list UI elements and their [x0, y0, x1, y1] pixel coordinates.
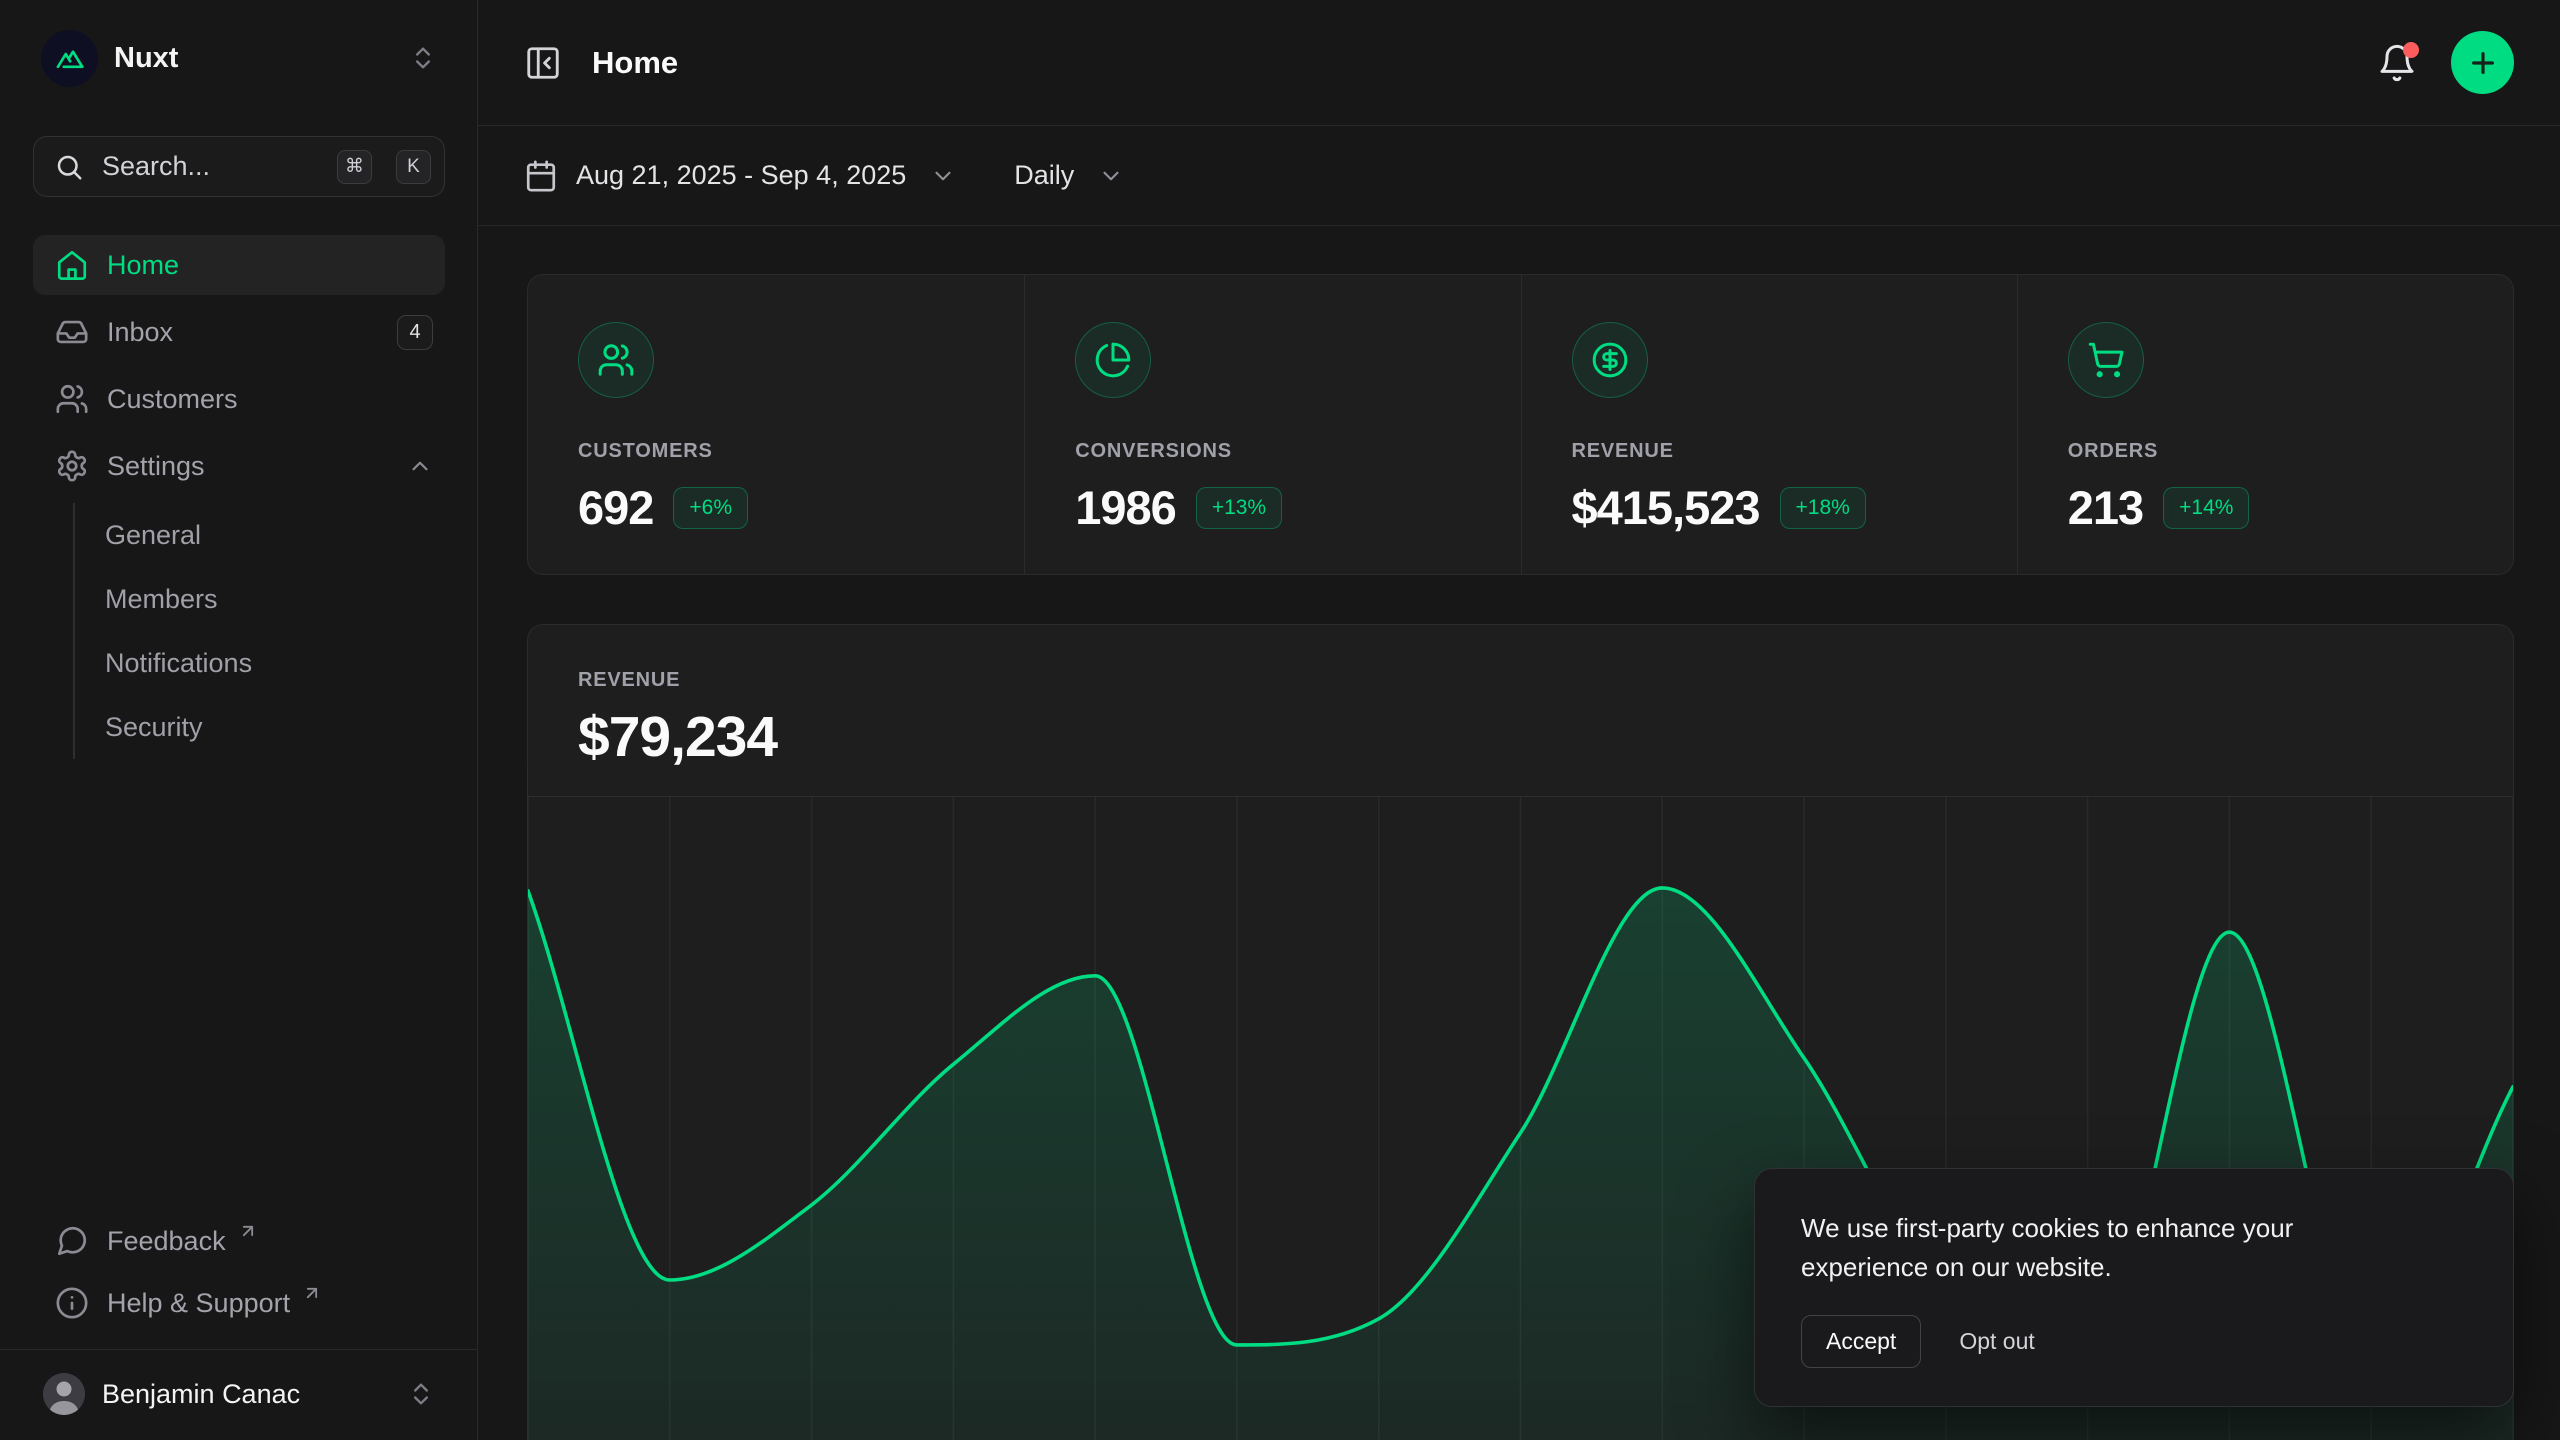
brand-name: Nuxt — [114, 42, 393, 75]
chevron-down-icon — [930, 163, 956, 189]
revenue-value: $79,234 — [578, 704, 2463, 770]
stat-delta-badge: +6% — [673, 487, 748, 529]
sidebar-item-inbox[interactable]: Inbox 4 — [33, 302, 445, 362]
page-title: Home — [592, 45, 678, 81]
chevron-down-icon — [1098, 163, 1124, 189]
panel-left-close-icon — [524, 44, 562, 82]
stat-delta-badge: +13% — [1196, 487, 1282, 529]
stat-label: ORDERS — [2068, 440, 2473, 463]
stat-revenue: REVENUE $415,523 +18% — [1521, 275, 2017, 574]
revenue-label: REVENUE — [578, 669, 2463, 692]
stat-label: CUSTOMERS — [578, 440, 984, 463]
sidebar-item-security[interactable]: Security — [105, 695, 445, 759]
gear-icon — [55, 449, 89, 483]
external-link-icon — [302, 1283, 322, 1303]
stat-value: 1986 — [1075, 480, 1176, 535]
interval-label: Daily — [1014, 160, 1074, 191]
sidebar-item-settings[interactable]: Settings — [33, 436, 445, 496]
settings-subnav: General Members Notifications Security — [73, 503, 445, 759]
sidebar-item-home[interactable]: Home — [33, 235, 445, 295]
sidebar: Nuxt Search... ⌘ K Home Inbox 4 — [0, 0, 478, 1440]
cart-icon — [2068, 322, 2144, 398]
interval-select[interactable]: Daily — [1014, 160, 1124, 191]
user-name: Benjamin Canac — [102, 1379, 390, 1410]
cookie-message: We use first-party cookies to enhance yo… — [1801, 1209, 2386, 1287]
opt-out-button[interactable]: Opt out — [1959, 1328, 2034, 1355]
sidebar-item-notifications[interactable]: Notifications — [105, 631, 445, 695]
search-placeholder: Search... — [102, 151, 319, 182]
revenue-card-header: REVENUE $79,234 — [528, 625, 2513, 796]
filters-bar: Aug 21, 2025 - Sep 4, 2025 Daily — [478, 126, 2560, 226]
stat-delta-badge: +14% — [2163, 487, 2249, 529]
stat-delta-badge: +18% — [1780, 487, 1866, 529]
calendar-icon — [524, 159, 558, 193]
kbd-k: K — [396, 150, 431, 184]
external-link-icon — [238, 1221, 258, 1241]
stats-card: CUSTOMERS 692 +6% CONVERSIONS 1986 +13% — [527, 274, 2514, 575]
dollar-circle-icon — [1572, 322, 1648, 398]
sidebar-spacer — [33, 759, 445, 1215]
add-button[interactable] — [2451, 31, 2514, 94]
user-section: Benjamin Canac — [0, 1349, 477, 1440]
sidebar-nav: Home Inbox 4 Customers Settings Ge — [33, 235, 445, 759]
chevron-up-down-icon — [407, 1380, 435, 1408]
sidebar-collapse-button[interactable] — [524, 44, 562, 82]
inbox-icon — [55, 315, 89, 349]
stat-label: CONVERSIONS — [1075, 440, 1480, 463]
accept-button[interactable]: Accept — [1801, 1315, 1921, 1368]
avatar — [43, 1373, 85, 1415]
stat-value: 692 — [578, 480, 653, 535]
users-icon — [55, 382, 89, 416]
info-icon — [55, 1286, 89, 1320]
nuxt-logo-icon — [41, 30, 98, 87]
cookie-banner: We use first-party cookies to enhance yo… — [1754, 1168, 2514, 1407]
sidebar-item-general[interactable]: General — [105, 503, 445, 567]
workspace-switcher[interactable]: Nuxt — [33, 26, 445, 90]
notifications-button[interactable] — [2377, 43, 2417, 83]
help-support-link[interactable]: Help & Support — [33, 1277, 445, 1329]
date-range-picker[interactable]: Aug 21, 2025 - Sep 4, 2025 — [524, 159, 956, 193]
pie-chart-icon — [1075, 322, 1151, 398]
sidebar-item-members[interactable]: Members — [105, 567, 445, 631]
stat-label: REVENUE — [1572, 440, 1977, 463]
stat-customers: CUSTOMERS 692 +6% — [528, 275, 1024, 574]
notification-dot — [2403, 42, 2419, 58]
chat-bubble-icon — [55, 1224, 89, 1258]
chevron-up-down-icon — [409, 44, 437, 72]
search-input[interactable]: Search... ⌘ K — [33, 136, 445, 197]
chevron-up-icon — [407, 453, 433, 479]
stat-orders: ORDERS 213 +14% — [2017, 275, 2513, 574]
cookie-actions: Accept Opt out — [1801, 1315, 2467, 1368]
inbox-count-badge: 4 — [397, 315, 433, 350]
stat-conversions: CONVERSIONS 1986 +13% — [1024, 275, 1520, 574]
date-range-label: Aug 21, 2025 - Sep 4, 2025 — [576, 160, 906, 191]
sidebar-footer: Feedback Help & Support — [33, 1215, 445, 1349]
plus-icon — [2467, 47, 2499, 79]
users-icon — [578, 322, 654, 398]
topbar-actions — [2377, 31, 2514, 94]
topbar: Home — [478, 0, 2560, 126]
sidebar-item-customers[interactable]: Customers — [33, 369, 445, 429]
stat-value: 213 — [2068, 480, 2143, 535]
stat-value: $415,523 — [1572, 480, 1760, 535]
home-icon — [55, 248, 89, 282]
kbd-cmd: ⌘ — [337, 150, 372, 184]
user-menu[interactable]: Benjamin Canac — [43, 1373, 435, 1415]
search-icon — [54, 152, 84, 182]
feedback-link[interactable]: Feedback — [33, 1215, 445, 1267]
